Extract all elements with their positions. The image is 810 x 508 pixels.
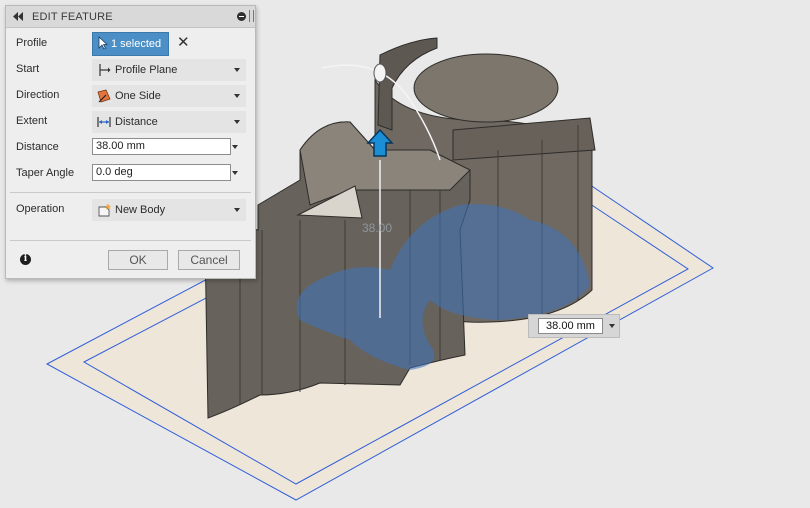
on-canvas-distance-field[interactable]: 38.00 mm	[538, 318, 603, 334]
operation-row: Operation New Body	[6, 198, 255, 221]
operation-value: New Body	[115, 204, 166, 216]
start-dropdown[interactable]: Profile Plane	[92, 59, 246, 81]
pin-icon[interactable]	[249, 10, 254, 22]
on-canvas-distance-caret-icon[interactable]	[609, 324, 615, 328]
distance-field[interactable]: 38.00 mm	[92, 138, 231, 155]
profile-row: Profile 1 selected ✕	[6, 32, 255, 56]
distance-row: Distance 38.00 mm	[6, 136, 255, 158]
panel-title: EDIT FEATURE	[32, 11, 113, 23]
taper-handle[interactable]	[373, 63, 387, 83]
profile-label: Profile	[16, 37, 48, 49]
operation-dropdown[interactable]: New Body	[92, 199, 246, 221]
taper-angle-field[interactable]: 0.0 deg	[92, 164, 231, 181]
direction-chevron-down-icon	[234, 94, 240, 98]
panel-divider	[10, 192, 251, 193]
panel-header: EDIT FEATURE	[6, 6, 255, 28]
extent-label: Extent	[16, 115, 48, 127]
taper-angle-label: Taper Angle	[16, 167, 75, 179]
ok-button[interactable]: OK	[108, 250, 168, 270]
start-value: Profile Plane	[115, 64, 178, 76]
operation-label: Operation	[16, 203, 65, 215]
direction-dropdown[interactable]: One Side	[92, 85, 246, 107]
distance-label: Distance	[16, 141, 59, 153]
on-canvas-distance-input: 38.00 mm	[528, 314, 620, 338]
distance-chevron-down-icon[interactable]	[232, 145, 238, 149]
edit-feature-panel: EDIT FEATURE Profile 1 selected ✕ Start …	[5, 5, 256, 279]
minimize-icon[interactable]	[237, 12, 246, 21]
extent-value: Distance	[115, 116, 158, 128]
collapse-icon[interactable]	[12, 12, 24, 21]
extent-row: Extent Distance	[6, 110, 255, 133]
panel-footer-divider	[10, 240, 251, 241]
distance-icon	[97, 117, 111, 127]
taper-angle-row: Taper Angle 0.0 deg	[6, 162, 255, 184]
operation-chevron-down-icon	[234, 208, 240, 212]
profile-plane-icon	[99, 64, 111, 76]
select-cursor-icon	[98, 36, 108, 50]
info-icon[interactable]: i	[20, 254, 31, 265]
extent-dropdown[interactable]: Distance	[92, 111, 246, 133]
start-chevron-down-icon	[234, 68, 240, 72]
ghost-dimension-label: 38.00	[362, 221, 393, 235]
direction-row: Direction One Side	[6, 84, 255, 107]
profile-selection-text: 1 selected	[111, 38, 162, 50]
start-row: Start Profile Plane	[6, 58, 255, 81]
new-body-icon	[98, 203, 111, 217]
cancel-button[interactable]: Cancel	[178, 250, 240, 270]
direction-value: One Side	[115, 90, 161, 102]
direction-label: Direction	[16, 89, 60, 101]
one-side-icon	[97, 89, 111, 103]
extent-chevron-down-icon	[234, 120, 240, 124]
taper-angle-chevron-down-icon[interactable]	[232, 171, 238, 175]
clear-selection-icon[interactable]: ✕	[177, 35, 190, 50]
start-label: Start	[16, 63, 40, 75]
profile-selection-button[interactable]: 1 selected	[92, 32, 169, 56]
